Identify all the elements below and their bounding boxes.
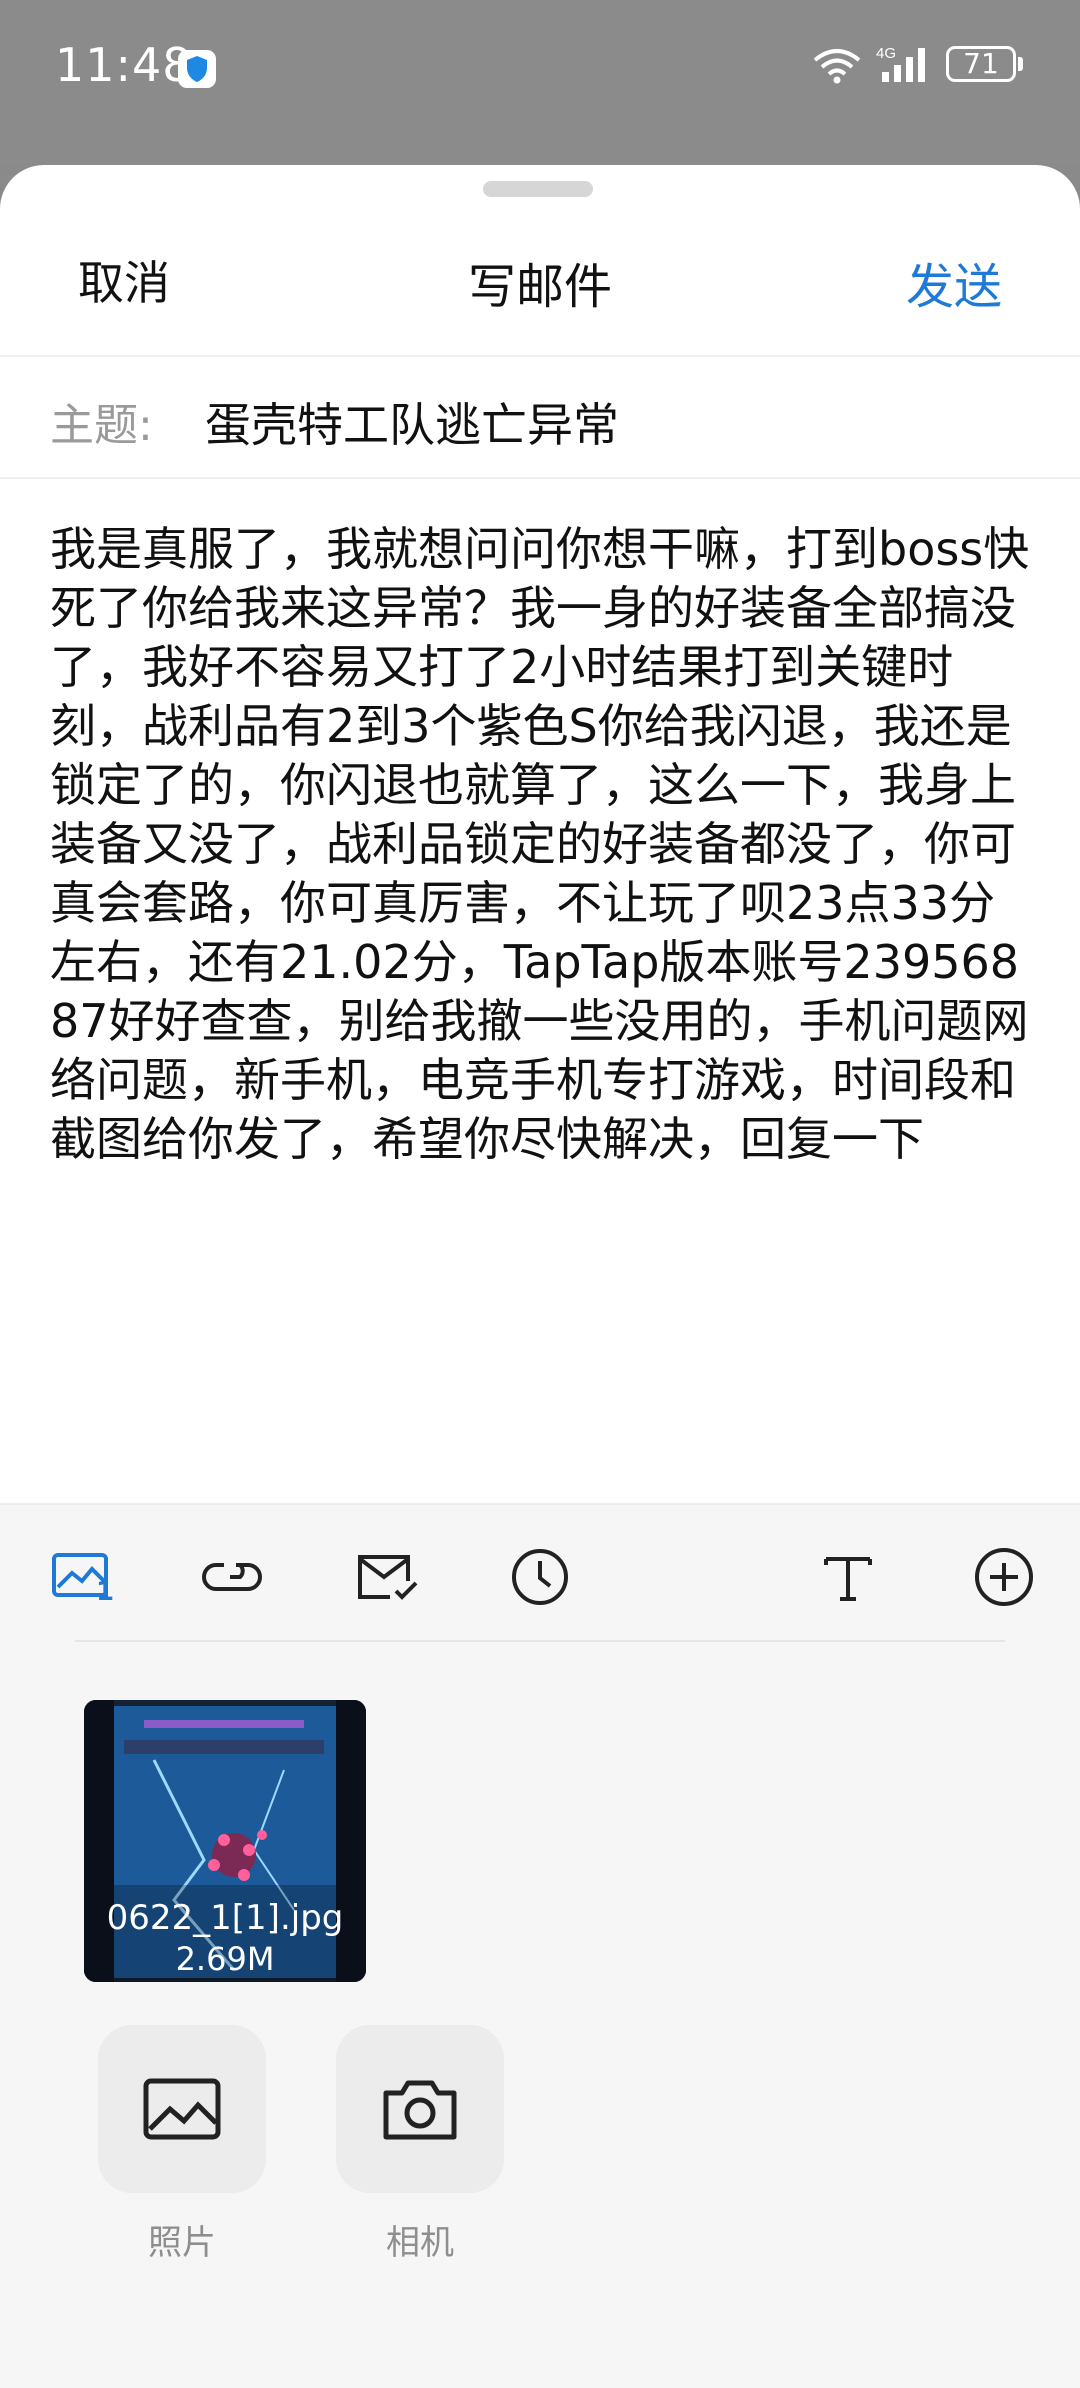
text-format-button[interactable] [812, 1541, 884, 1613]
divider [0, 477, 1080, 479]
image-count-badge: 1 [96, 1577, 115, 1607]
subject-label: 主题: [50, 400, 153, 451]
attachment-size: 2.69M [175, 1940, 275, 1978]
battery-level: 71 [963, 47, 999, 80]
battery-cap [1018, 57, 1023, 71]
link-icon [202, 1563, 262, 1591]
sheet-grabber[interactable] [483, 181, 593, 197]
photo-icon [143, 2078, 221, 2140]
shield-icon [178, 50, 216, 88]
add-icon [975, 1548, 1033, 1606]
cancel-button[interactable]: 取消 [78, 247, 170, 313]
camera-icon [383, 2080, 457, 2140]
photo-label: 照片 [148, 2223, 216, 2263]
divider [75, 1640, 1005, 1642]
insert-link-button[interactable] [196, 1541, 268, 1613]
send-button[interactable]: 发送 [906, 247, 1002, 317]
clock-icon [512, 1549, 568, 1605]
wifi-icon [812, 46, 862, 88]
photo-picker-button[interactable] [98, 2025, 266, 2193]
subject-field[interactable]: 主题: 蛋壳特工队逃亡异常 [50, 375, 1030, 475]
read-receipt-button[interactable] [352, 1541, 424, 1613]
status-bar: 11:48 4G 71 [0, 0, 1080, 165]
more-add-button[interactable] [968, 1541, 1040, 1613]
network-type-label: 4G [876, 45, 896, 62]
text-format-icon [824, 1557, 872, 1601]
compose-toolbar: 1 0622_1[1].jpg 2.69M 照片 相机 [0, 1503, 1080, 2388]
status-time: 11:48 [55, 38, 193, 92]
signal-icon: 4G [876, 44, 934, 90]
subject-input[interactable]: 蛋壳特工队逃亡异常 [205, 389, 619, 455]
message-body-input[interactable]: 我是真服了，我就想问问你想干嘛，打到boss快死了你给我来这异常？我一身的好装备… [50, 520, 1040, 1169]
attachment-thumbnail[interactable]: 0622_1[1].jpg 2.69M [84, 1700, 366, 1982]
battery-icon: 71 [946, 46, 1016, 82]
camera-label: 相机 [386, 2223, 454, 2263]
schedule-send-button[interactable] [504, 1541, 576, 1613]
mail-check-icon [358, 1555, 418, 1600]
insert-image-button[interactable]: 1 [48, 1541, 120, 1613]
divider [0, 355, 1080, 357]
compose-sheet: 写邮件 取消 发送 主题: 蛋壳特工队逃亡异常 我是真服了，我就想问问你想干嘛，… [0, 165, 1080, 2388]
camera-button[interactable] [336, 2025, 504, 2193]
attachment-filename: 0622_1[1].jpg [106, 1898, 344, 1938]
compose-header: 写邮件 取消 发送 [0, 225, 1080, 345]
